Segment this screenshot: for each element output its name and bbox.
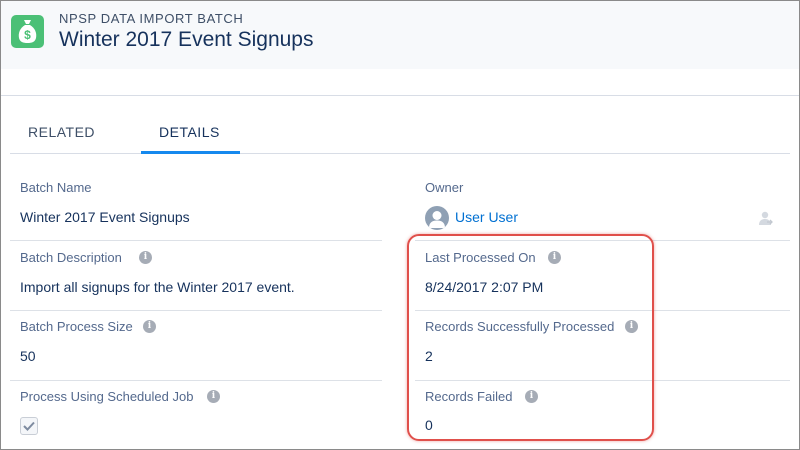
- money-bag-icon: $: [11, 15, 44, 48]
- highlight-annotation: [407, 234, 654, 441]
- record-header: $ NPSP DATA IMPORT BATCH Winter 2017 Eve…: [1, 1, 799, 69]
- row-divider: [10, 240, 382, 241]
- tab-details[interactable]: DETAILS: [159, 124, 220, 140]
- owner-label: Owner: [425, 180, 464, 195]
- row-divider: [10, 310, 382, 311]
- page-title: Winter 2017 Event Signups: [59, 28, 314, 51]
- checkmark-icon: [23, 421, 35, 431]
- info-icon[interactable]: i: [143, 320, 156, 333]
- active-tab-indicator: [141, 151, 240, 154]
- batch-process-size-value: 50: [20, 348, 36, 364]
- row-divider: [10, 380, 382, 381]
- tabs-divider: [10, 153, 790, 154]
- batch-name-label: Batch Name: [20, 180, 92, 195]
- batch-description-value: Import all signups for the Winter 2017 e…: [20, 279, 295, 295]
- info-icon[interactable]: i: [207, 390, 220, 403]
- batch-name-value: Winter 2017 Event Signups: [20, 209, 190, 225]
- avatar[interactable]: [425, 206, 449, 230]
- tab-related[interactable]: RELATED: [28, 124, 95, 140]
- svg-text:$: $: [24, 28, 31, 42]
- batch-process-size-label: Batch Process Size: [20, 319, 133, 334]
- owner-link[interactable]: User User: [455, 209, 518, 225]
- batch-description-label: Batch Description: [20, 250, 122, 265]
- change-owner-icon[interactable]: [757, 210, 773, 226]
- process-using-scheduled-job-label: Process Using Scheduled Job: [20, 389, 194, 404]
- object-type-label: NPSP DATA IMPORT BATCH: [59, 11, 244, 26]
- scheduled-job-checkbox[interactable]: [20, 417, 38, 435]
- header-divider: [1, 95, 799, 96]
- info-icon[interactable]: i: [139, 251, 152, 264]
